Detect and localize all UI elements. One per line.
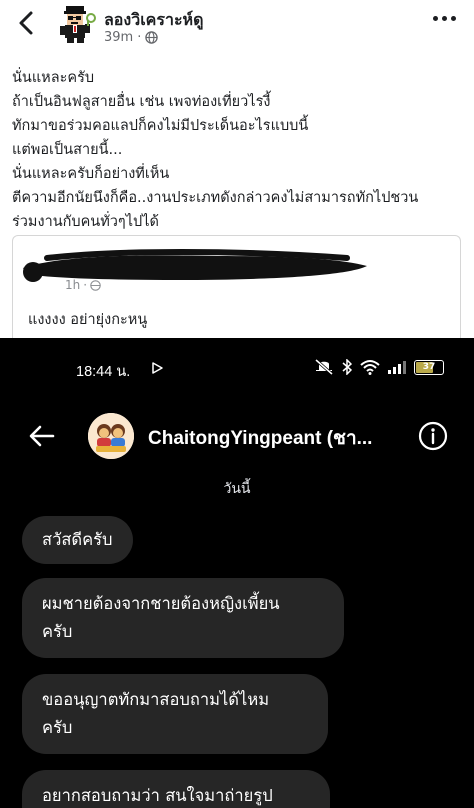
status-icons: 37 [314, 359, 444, 375]
status-time: 18:44 น. [76, 364, 131, 380]
shared-post-meta: 1h · [65, 278, 101, 292]
message-line: ผมชายต้องจากชายต้องหญิงเพี้ยน [42, 594, 280, 613]
back-arrow-icon[interactable] [28, 422, 56, 450]
message-line: ขออนุญาตทักมาสอบถามได้ไหม [42, 690, 270, 709]
message-line: สวัสดีครับ [42, 530, 113, 549]
date-separator: วันนี้ [223, 481, 251, 497]
globe-icon [90, 279, 101, 291]
author-avatar[interactable] [56, 4, 96, 44]
message-bubble[interactable]: อยากสอบถามว่า สนใจมาถ่ายรูป [22, 770, 330, 808]
message-line: ครับ [42, 622, 73, 641]
meta-separator: · [137, 30, 142, 45]
post-line: ถ้าเป็นอินฟลูสายอื่น เช่น เพจท่องเที่ยวไ… [12, 94, 271, 110]
info-icon[interactable] [418, 421, 448, 451]
back-chevron-icon[interactable] [14, 10, 40, 36]
post-meta: 39m · [104, 30, 159, 45]
message-bubble[interactable]: ผมชายต้องจากชายต้องหญิงเพี้ยน ครับ [22, 578, 344, 658]
dm-screenshot: 18:44 น. 37 ChaitongYingpeant (ชา... วัน… [0, 338, 474, 808]
facebook-post: ลองวิเคราะห์ดู 39m · นั่นแหละครับ ถ้าเป็… [0, 0, 474, 345]
contact-avatar[interactable] [88, 413, 134, 459]
battery-icon: 37 [414, 359, 444, 375]
post-line: นั่นแหละครับก็อย่างที่เห็น [12, 166, 170, 182]
play-icon [152, 362, 163, 374]
contact-name[interactable]: ChaitongYingpeant (ชา... [148, 423, 410, 453]
bluetooth-icon [342, 359, 352, 375]
post-line: ทักมาขอร่วมคอแลปก็คงไม่มีประเด็นอะไรแบบน… [12, 118, 309, 134]
shared-post-time: 1h [65, 278, 81, 292]
message-line: ครับ [42, 718, 73, 737]
dm-header: ChaitongYingpeant (ชา... [0, 410, 474, 466]
message-line: อยากสอบถามว่า สนใจมาถ่ายรูป [42, 786, 273, 805]
post-body: นั่นแหละครับ ถ้าเป็นอินฟลูสายอื่น เช่น เ… [12, 66, 468, 234]
status-bar: 18:44 น. 37 [0, 338, 474, 398]
message-bubble[interactable]: สวัสดีครับ [22, 516, 133, 564]
battery-level: 37 [422, 361, 436, 372]
globe-icon [145, 31, 159, 44]
more-options-icon[interactable] [433, 16, 456, 21]
post-header: ลองวิเคราะห์ดู 39m · [0, 0, 474, 56]
signal-icon [388, 361, 406, 374]
shared-post-card[interactable]: 1h · แงงงง อย่ายุ่งกะหนู [12, 235, 461, 345]
message-bubble[interactable]: ขออนุญาตทักมาสอบถามได้ไหม ครับ [22, 674, 328, 754]
post-line: ร่วมงานกับคนทั่วๆไปได้ [12, 214, 159, 230]
mute-icon [315, 359, 333, 375]
post-line: ตีความอีกนัยนึงก็คือ..งานประเภทดังกล่าวค… [12, 190, 419, 206]
meta-separator: · [83, 278, 88, 292]
wifi-icon [360, 360, 380, 375]
post-line: นั่นแหละครับ [12, 70, 95, 86]
shared-post-text: แงงงง อย่ายุ่งกะหนู [28, 312, 148, 328]
post-line: แต่พอเป็นสายนี้... [12, 142, 123, 158]
post-time[interactable]: 39m [104, 30, 133, 45]
